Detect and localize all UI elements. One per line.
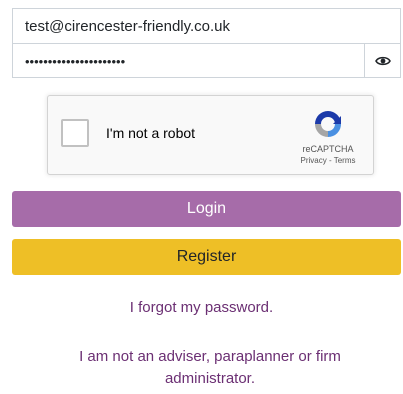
eye-icon xyxy=(374,56,391,65)
recaptcha-links: Privacy - Terms xyxy=(286,156,370,165)
forgot-password-link[interactable]: I forgot my password. xyxy=(0,297,403,319)
recaptcha-link-separator: - xyxy=(326,156,334,165)
login-form: test@cirencester-friendly.co.uk ••••••••… xyxy=(0,0,403,394)
password-field: •••••••••••••••••••••• xyxy=(12,43,401,78)
login-button[interactable]: Login xyxy=(12,191,401,227)
recaptcha-privacy-link[interactable]: Privacy xyxy=(301,156,327,165)
recaptcha-checkbox[interactable] xyxy=(61,119,89,147)
recaptcha-terms-link[interactable]: Terms xyxy=(334,156,356,165)
recaptcha-logo-icon xyxy=(315,111,341,137)
password-input[interactable]: •••••••••••••••••••••• xyxy=(13,44,364,77)
email-input[interactable]: test@cirencester-friendly.co.uk xyxy=(12,8,401,43)
recaptcha-brand: reCAPTCHA xyxy=(302,144,354,154)
recaptcha-label: I'm not a robot xyxy=(106,125,196,141)
show-password-button[interactable] xyxy=(364,44,400,77)
register-button[interactable]: Register xyxy=(12,239,401,275)
not-adviser-link[interactable]: I am not an adviser, paraplanner or firm… xyxy=(40,346,380,390)
recaptcha-widget: I'm not a robot reCAPTCHA Privacy - Term… xyxy=(47,95,374,175)
